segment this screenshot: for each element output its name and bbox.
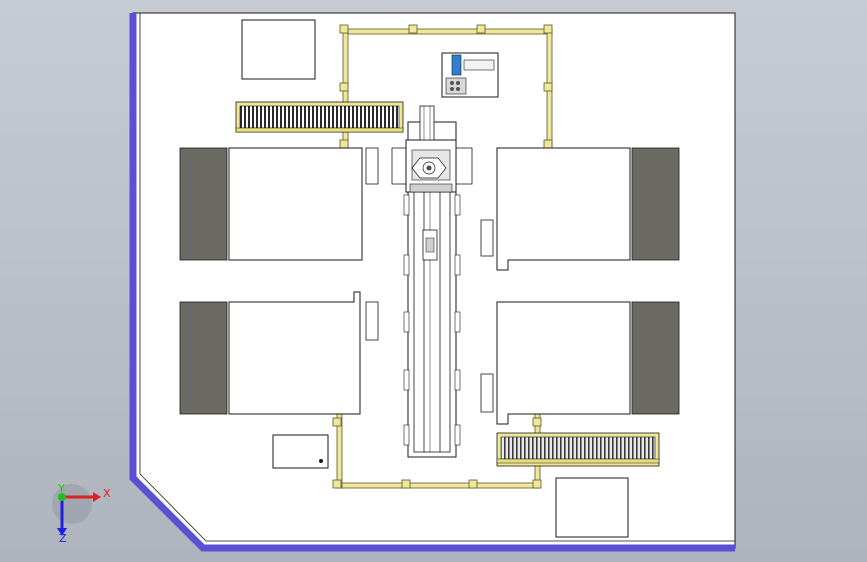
machine-tool-bottom-left <box>179 291 379 415</box>
cabinet-bottom-right <box>555 477 629 538</box>
machine-tool-top-left <box>179 147 379 261</box>
roller-conveyor-top <box>235 101 404 133</box>
z-axis-label: Z <box>59 532 67 545</box>
electrical-box <box>272 434 329 469</box>
cad-viewport[interactable]: X Y Z <box>0 0 867 562</box>
machine-tool-bottom-right <box>480 301 680 425</box>
axis-triad[interactable]: X Y Z <box>52 482 111 545</box>
machine-tool-top-right <box>480 147 680 271</box>
cabinet-top-left <box>241 19 316 80</box>
robot-controller <box>441 52 499 98</box>
x-axis-label: X <box>103 487 111 500</box>
x-axis-arrow <box>93 492 101 502</box>
y-axis-label: Y <box>57 482 65 495</box>
roller-conveyor-bottom <box>496 432 660 467</box>
